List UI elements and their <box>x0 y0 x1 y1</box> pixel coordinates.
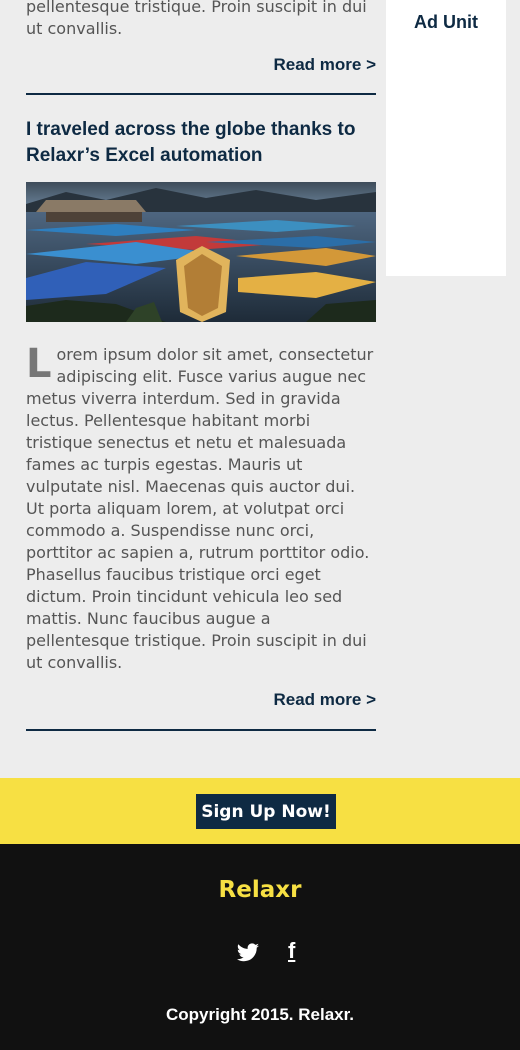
footer: Relaxr f Copyright 2015. Relaxr. <box>0 844 520 1050</box>
signup-banner: Sign Up Now! <box>0 778 520 844</box>
article-body: L orem ipsum dolor sit amet, consectetur… <box>26 344 376 674</box>
read-more-link[interactable]: Read more > <box>26 690 376 710</box>
ad-unit-label: Ad Unit <box>414 12 478 32</box>
article-image <box>26 182 376 322</box>
previous-article-text: pellentesque tristique. Proin suscipit i… <box>26 0 367 38</box>
twitter-icon[interactable] <box>236 940 260 964</box>
copyright-text: Copyright 2015. Relaxr. <box>165 1005 355 1024</box>
read-more-link-previous[interactable]: Read more > <box>26 55 376 75</box>
boats-on-lake-photo <box>26 182 376 322</box>
article-title[interactable]: I traveled across the globe thanks to Re… <box>26 117 386 169</box>
divider <box>26 729 376 731</box>
footer-brand[interactable]: Relaxr <box>0 877 520 903</box>
divider <box>26 93 376 95</box>
sign-up-button[interactable]: Sign Up Now! <box>196 794 336 829</box>
facebook-icon[interactable]: f <box>288 940 295 962</box>
ad-unit[interactable]: Ad Unit <box>386 0 506 276</box>
drop-cap: L <box>26 341 52 387</box>
article-body-text: orem ipsum dolor sit amet, consectetur a… <box>26 345 374 672</box>
